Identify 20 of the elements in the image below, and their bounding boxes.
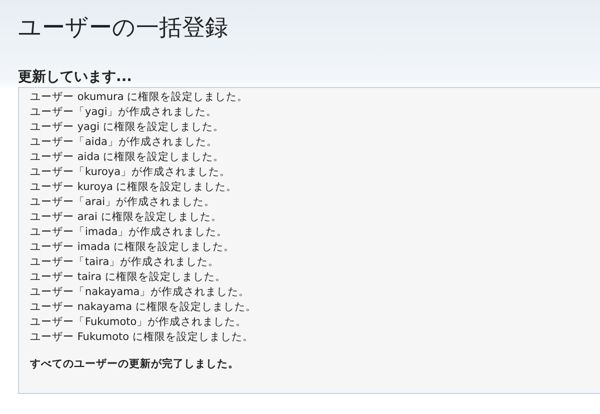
log-line: ユーザー nakayama に権限を設定しました。 xyxy=(30,300,256,315)
log-line: ユーザー「aida」が作成されました。 xyxy=(30,135,218,150)
log-line: ユーザー「yagi」が作成されました。 xyxy=(30,105,218,120)
page-title: ユーザーの一括登録 xyxy=(18,14,228,43)
log-line: ユーザー「nakayama」が作成されました。 xyxy=(30,285,250,300)
log-line: ユーザー「arai」が作成されました。 xyxy=(30,195,216,210)
log-line: ユーザー taira に権限を設定しました。 xyxy=(30,270,226,285)
log-line: ユーザー kuroya に権限を設定しました。 xyxy=(30,180,238,195)
log-line: ユーザー aida に権限を設定しました。 xyxy=(30,150,224,165)
section-heading: 更新しています... xyxy=(18,68,132,87)
completion-message: すべてのユーザーの更新が完了しました。 xyxy=(30,357,239,372)
log-line: ユーザー「taira」が作成されました。 xyxy=(30,255,220,270)
log-line: ユーザー「Fukumoto」が作成されました。 xyxy=(30,315,247,330)
log-line: ユーザー imada に権限を設定しました。 xyxy=(30,240,234,255)
log-line: ユーザー arai に権限を設定しました。 xyxy=(30,210,222,225)
log-line: ユーザー「kuroya」が作成されました。 xyxy=(30,165,231,180)
log-line: ユーザー yagi に権限を設定しました。 xyxy=(30,120,224,135)
log-line: ユーザー okumura に権限を設定しました。 xyxy=(30,90,248,105)
log-line: ユーザー「imada」が作成されました。 xyxy=(30,225,228,240)
log-line: ユーザー Fukumoto に権限を設定しました。 xyxy=(30,330,254,345)
